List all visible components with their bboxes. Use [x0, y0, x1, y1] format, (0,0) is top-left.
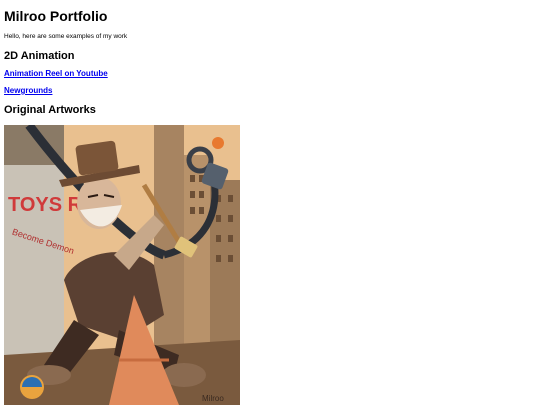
animation-reel-youtube-link[interactable]: Animation Reel on Youtube	[4, 69, 108, 78]
toys-r-sign: TOYS R	[8, 194, 83, 216]
intro-text: Hello, here are some examples of my work	[4, 33, 128, 40]
svg-text:TOYS R: TOYS R	[8, 194, 83, 216]
section-heading-2d-animation: 2D Animation	[4, 50, 75, 62]
artwork-image: TOYS R Become Demon Milroo	[4, 125, 240, 405]
page-title: Milroo Portfolio	[4, 8, 108, 24]
newgrounds-link[interactable]: Newgrounds	[4, 86, 52, 95]
section-heading-original-artworks: Original Artworks	[4, 104, 96, 116]
svg-text:Milroo: Milroo	[202, 394, 224, 403]
